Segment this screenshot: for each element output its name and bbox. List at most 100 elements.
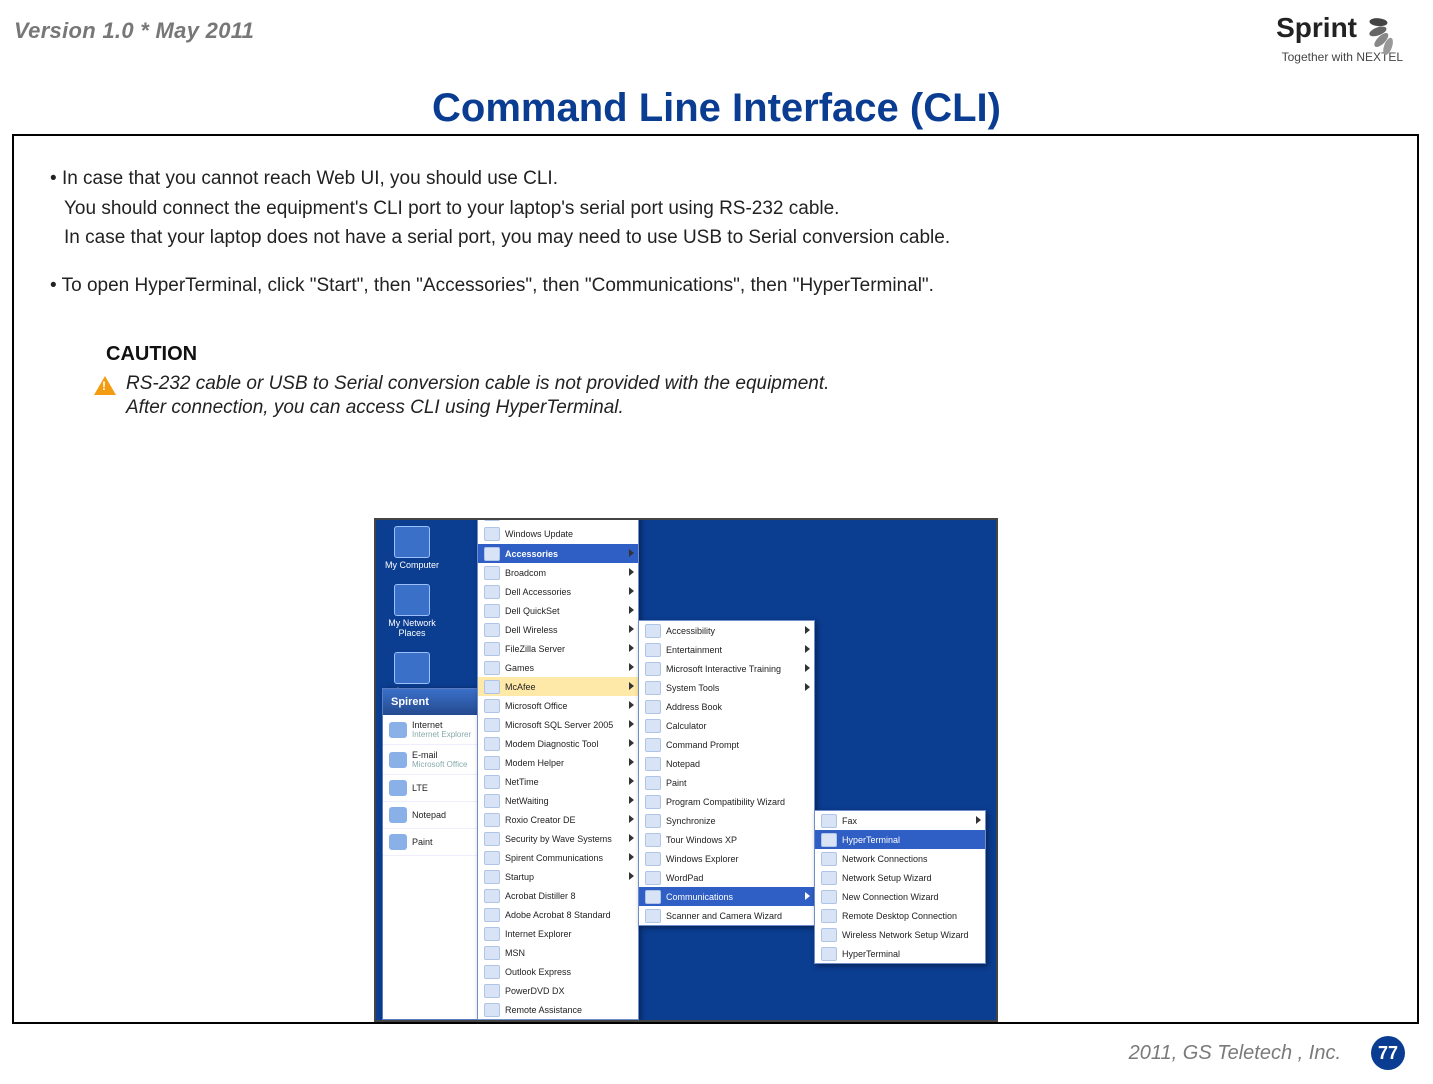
menu-item[interactable]: Network Connections: [815, 849, 985, 868]
menu-item[interactable]: Network Setup Wizard: [815, 868, 985, 887]
menu-item[interactable]: WordPad: [639, 868, 814, 887]
menu-item-icon: [484, 927, 500, 941]
menu-item[interactable]: Accessibility: [639, 621, 814, 640]
menu-item[interactable]: NetTime: [478, 772, 638, 791]
menu-item-icon: [645, 833, 661, 847]
menu-item[interactable]: Windows Update: [478, 524, 638, 544]
menu-item[interactable]: Command Prompt: [639, 735, 814, 754]
menu-item[interactable]: Tour Windows XP: [639, 830, 814, 849]
menu-item-label: Accessibility: [666, 626, 715, 636]
menu-item-icon: [484, 604, 500, 618]
menu-item[interactable]: Windows Explorer: [639, 849, 814, 868]
menu-item[interactable]: Games: [478, 658, 638, 677]
bullet-1-line-1: In case that you cannot reach Web UI, yo…: [50, 168, 558, 189]
menu-item[interactable]: HyperTerminal: [815, 944, 985, 963]
menu-item[interactable]: HyperTerminal: [815, 830, 985, 849]
menu-item[interactable]: PowerDVD DX: [478, 981, 638, 1000]
start-pinned-label: LTE: [412, 783, 428, 793]
start-pinned-sublabel: Internet Explorer: [412, 730, 471, 739]
start-pinned-item[interactable]: Paint: [383, 829, 478, 856]
menu-item-icon: [484, 908, 500, 922]
menu-item[interactable]: Modem Helper: [478, 753, 638, 772]
app-icon: [389, 752, 407, 768]
menu-item[interactable]: Notepad: [639, 754, 814, 773]
menu-item[interactable]: Dell Accessories: [478, 582, 638, 601]
communications-submenu[interactable]: Fax HyperTerminal Network Connections Netwo…: [814, 810, 986, 964]
menu-item[interactable]: Internet Explorer: [478, 924, 638, 943]
menu-item-icon: [645, 795, 661, 809]
menu-item[interactable]: System Tools: [639, 678, 814, 697]
menu-item-label: Adobe Acrobat 8 Standard: [505, 910, 611, 920]
menu-item[interactable]: Synchronize: [639, 811, 814, 830]
start-pinned-item[interactable]: LTE: [383, 775, 478, 802]
menu-item-label: Acrobat Distiller 8: [505, 891, 576, 901]
menu-item[interactable]: Acrobat Distiller 8: [478, 886, 638, 905]
body-text: In case that you cannot reach Web UI, yo…: [50, 166, 1381, 299]
menu-item[interactable]: Broadcom: [478, 563, 638, 582]
menu-item[interactable]: Startup: [478, 867, 638, 886]
menu-item-label: New Connection Wizard: [842, 892, 939, 902]
menu-item-label: HyperTerminal: [842, 835, 900, 845]
app-icon: [389, 780, 407, 796]
menu-item[interactable]: Microsoft Interactive Training: [639, 659, 814, 678]
menu-item[interactable]: Microsoft SQL Server 2005: [478, 715, 638, 734]
all-programs-menu[interactable]: Set Program Access and DefaultsWindows C…: [477, 518, 639, 1020]
menu-item[interactable]: Dell QuickSet: [478, 601, 638, 620]
accessories-submenu[interactable]: Accessibility Entertainment Microsoft Inte…: [638, 620, 815, 926]
menu-item-label: Dell Wireless: [505, 625, 558, 635]
bullet-1-line-3: In case that your laptop does not have a…: [50, 225, 1381, 251]
menu-item-label: Microsoft Office: [505, 701, 567, 711]
menu-item-icon: [645, 909, 661, 923]
menu-item[interactable]: NetWaiting: [478, 791, 638, 810]
menu-item[interactable]: Entertainment: [639, 640, 814, 659]
menu-item-icon: [821, 833, 837, 847]
menu-item[interactable]: Adobe Acrobat 8 Standard: [478, 905, 638, 924]
menu-item[interactable]: Roxio Creator DE: [478, 810, 638, 829]
menu-item-label: Microsoft Interactive Training: [666, 664, 781, 674]
menu-item-label: Scanner and Camera Wizard: [666, 911, 782, 921]
app-icon: [389, 807, 407, 823]
menu-item[interactable]: Program Compatibility Wizard: [639, 792, 814, 811]
menu-item[interactable]: Wireless Network Setup Wizard: [815, 925, 985, 944]
brand-name: Sprint: [1276, 12, 1357, 44]
menu-item[interactable]: Remote Assistance: [478, 1000, 638, 1019]
menu-item-icon: [645, 681, 661, 695]
menu-item-label: Network Connections: [842, 854, 928, 864]
start-pinned-item[interactable]: Notepad: [383, 802, 478, 829]
start-menu-user: Spirent: [383, 689, 478, 715]
menu-item[interactable]: Scanner and Camera Wizard: [639, 906, 814, 925]
menu-item-label: Remote Assistance: [505, 1005, 582, 1015]
menu-item[interactable]: Outlook Express: [478, 962, 638, 981]
menu-item-label: Synchronize: [666, 816, 716, 826]
menu-item-icon: [484, 832, 500, 846]
menu-item[interactable]: Spirent Communications: [478, 848, 638, 867]
accessories-header-item[interactable]: Accessories: [478, 544, 638, 563]
menu-item[interactable]: FileZilla Server: [478, 639, 638, 658]
menu-item-label: Microsoft SQL Server 2005: [505, 720, 613, 730]
menu-item-label: FileZilla Server: [505, 644, 565, 654]
menu-item-label: Modem Diagnostic Tool: [505, 739, 598, 749]
menu-item[interactable]: Fax: [815, 811, 985, 830]
desktop-icon[interactable]: My Computer: [382, 526, 442, 570]
menu-item-icon: [484, 518, 500, 521]
start-menu-left-panel[interactable]: Spirent InternetInternet ExplorerE-mailM…: [382, 688, 479, 1020]
menu-item[interactable]: Paint: [639, 773, 814, 792]
menu-item-icon: [645, 700, 661, 714]
menu-item[interactable]: Security by Wave Systems: [478, 829, 638, 848]
menu-item[interactable]: Calculator: [639, 716, 814, 735]
menu-item-label: Internet Explorer: [505, 929, 572, 939]
menu-item[interactable]: Microsoft Office: [478, 696, 638, 715]
menu-item-label: Startup: [505, 872, 534, 882]
menu-item[interactable]: Communications: [639, 887, 814, 906]
bullet-1-line-2: You should connect the equipment's CLI p…: [50, 196, 1381, 222]
menu-item[interactable]: Remote Desktop Connection: [815, 906, 985, 925]
menu-item[interactable]: Address Book: [639, 697, 814, 716]
start-pinned-item[interactable]: E-mailMicrosoft Office: [383, 745, 478, 775]
menu-item[interactable]: McAfee: [478, 677, 638, 696]
menu-item[interactable]: MSN: [478, 943, 638, 962]
menu-item[interactable]: Modem Diagnostic Tool: [478, 734, 638, 753]
desktop-icon[interactable]: My Network Places: [382, 584, 442, 638]
menu-item[interactable]: New Connection Wizard: [815, 887, 985, 906]
menu-item[interactable]: Dell Wireless: [478, 620, 638, 639]
start-pinned-item[interactable]: InternetInternet Explorer: [383, 715, 478, 745]
